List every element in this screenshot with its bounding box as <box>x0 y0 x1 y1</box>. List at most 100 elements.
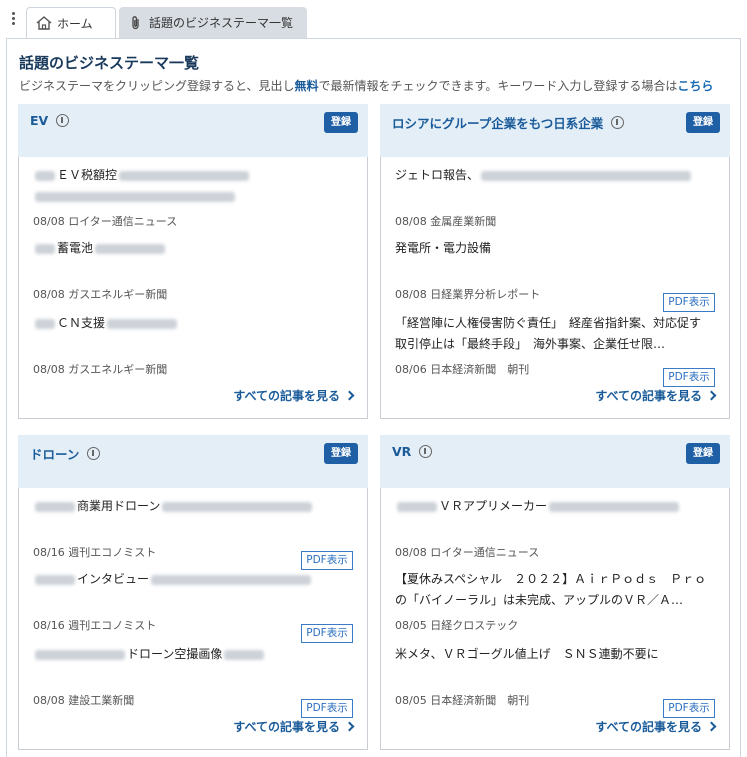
redacted-text <box>481 170 692 181</box>
redacted-text <box>119 170 250 181</box>
see-all-label: すべての記事を見る <box>595 389 702 403</box>
article-title[interactable]: 蓄電池 <box>33 238 353 280</box>
article-title-text: 蓄電池 <box>57 241 94 255</box>
article-item[interactable]: インタビュー 08/16 週刊エコノミスト PDF表示 <box>33 569 353 643</box>
tab-bar: ホーム 話題のビジネステーマ一覧 <box>0 0 747 38</box>
article-item[interactable]: 発電所・電力設備 08/08 日経業界分析レポート PDF表示 <box>395 238 715 312</box>
article-title-text: ＶＲアプリメーカー <box>439 499 548 513</box>
article-meta: 08/08 ロイター通信ニュース <box>395 546 540 559</box>
theme-name-label: ドローン <box>30 447 80 462</box>
article-title[interactable]: 【夏休みスペシャル ２０２２】ＡｉｒＰｏｄｓ Ｐｒｏの「バイノーラル」は未完成、… <box>395 569 715 611</box>
page-description: ビジネステーマをクリッピング登録すると、見出し無料で最新情報をチェックできます。… <box>19 77 713 94</box>
theme-card-header: ドローン 登録 <box>18 435 368 488</box>
pdf-view-button[interactable]: PDF表示 <box>301 624 353 643</box>
theme-name[interactable]: EV <box>30 113 70 128</box>
theme-card-body: ジェトロ報告、 08/08 金属産業新聞 発電所・電力設備 08/08 日経業界分析レ… <box>380 157 730 419</box>
article-item[interactable]: ＥＶ税額控 08/08 ロイター通信ニュース <box>33 165 353 237</box>
redacted-text <box>397 501 437 512</box>
article-title-text: 米メタ、ＶＲゴーグル値上げ ＳＮＳ連動不要に <box>395 647 659 661</box>
article-title[interactable]: 「経営陣に人権侵害防ぐ責任」 経産省指針案、対応促す 取引停止は「最終手段」 海… <box>395 313 715 355</box>
pdf-view-button[interactable]: PDF表示 <box>663 293 715 312</box>
see-all-label: すべての記事を見る <box>233 720 340 734</box>
article-item[interactable]: ＣＮ支援 08/08 ガスエネルギー新聞 <box>33 313 353 385</box>
see-all-label: すべての記事を見る <box>595 720 702 734</box>
redacted-text <box>35 574 75 585</box>
redacted-text <box>151 574 312 585</box>
theme-card-header: EV 登録 <box>18 104 368 157</box>
info-icon[interactable] <box>611 116 625 129</box>
info-icon[interactable] <box>56 114 70 127</box>
article-item[interactable]: 【夏休みスペシャル ２０２２】ＡｉｒＰｏｄｓ Ｐｒｏの「バイノーラル」は未完成、… <box>395 569 715 641</box>
article-meta: 08/08 ロイター通信ニュース <box>33 215 178 228</box>
article-meta: 08/08 金属産業新聞 <box>395 215 497 228</box>
redacted-text <box>107 318 178 329</box>
register-button[interactable]: 登録 <box>324 443 358 464</box>
tab-business-themes[interactable]: 話題のビジネステーマ一覧 <box>119 7 307 38</box>
pdf-view-button[interactable]: PDF表示 <box>663 699 715 718</box>
more-menu-icon[interactable] <box>10 10 16 28</box>
article-title[interactable]: 米メタ、ＶＲゴーグル値上げ ＳＮＳ連動不要に <box>395 644 715 686</box>
here-link[interactable]: こちら <box>677 79 713 93</box>
pdf-view-button[interactable]: PDF表示 <box>301 551 353 570</box>
article-title-text: ドローン空撮画像 <box>127 647 223 661</box>
register-button[interactable]: 登録 <box>324 112 358 133</box>
theme-name-label: VR <box>392 444 412 459</box>
article-title-text: ジェトロ報告、 <box>395 168 480 182</box>
paperclip-icon <box>132 15 139 29</box>
see-all-articles-link[interactable]: すべての記事を見る <box>233 718 355 735</box>
chevron-right-icon <box>706 390 717 401</box>
article-title[interactable]: ＣＮ支援 <box>33 313 353 355</box>
redacted-text <box>162 501 313 512</box>
article-title[interactable]: インタビュー <box>33 569 353 611</box>
article-title[interactable]: ジェトロ報告、 <box>395 165 715 207</box>
see-all-articles-link[interactable]: すべての記事を見る <box>233 387 355 404</box>
home-icon <box>36 16 52 30</box>
theme-card: VR 登録 ＶＲアプリメーカー 08/08 ロイター通信ニュース【夏休みスペシャル ２… <box>380 435 730 750</box>
see-all-articles-link[interactable]: すべての記事を見る <box>595 387 717 404</box>
article-item[interactable]: ＶＲアプリメーカー 08/08 ロイター通信ニュース <box>395 496 715 568</box>
redacted-text <box>35 243 55 254</box>
theme-name[interactable]: ドローン <box>30 444 101 463</box>
pdf-view-button[interactable]: PDF表示 <box>301 699 353 718</box>
article-item[interactable]: 「経営陣に人権侵害防ぐ責任」 経産省指針案、対応促す 取引停止は「最終手段」 海… <box>395 313 715 387</box>
article-title[interactable]: 商業用ドローン <box>33 496 353 538</box>
info-icon[interactable] <box>419 445 433 458</box>
article-meta: 08/05 日経クロステック <box>395 619 519 632</box>
redacted-text <box>35 501 75 512</box>
theme-name[interactable]: ロシアにグループ企業をもつ日系企業 <box>392 113 625 132</box>
article-title[interactable]: ＶＲアプリメーカー <box>395 496 715 538</box>
article-title[interactable]: ＥＶ税額控 <box>33 165 353 207</box>
register-button[interactable]: 登録 <box>686 112 720 133</box>
article-title-text: 商業用ドローン <box>77 499 161 513</box>
theme-card: EV 登録 ＥＶ税額控 08/08 ロイター通信ニュース蓄電池 08/08 ガスエネルギ… <box>18 104 368 419</box>
theme-card-body: ＶＲアプリメーカー 08/08 ロイター通信ニュース【夏休みスペシャル ２０２２】… <box>380 488 730 750</box>
article-meta: 08/08 日経業界分析レポート <box>395 288 541 301</box>
theme-card: ドローン 登録 商業用ドローン 08/16 週刊エコノミスト PDF表示 インタビュー 08… <box>18 435 368 750</box>
article-title[interactable]: ドローン空撮画像 <box>33 644 353 686</box>
pdf-view-button[interactable]: PDF表示 <box>663 368 715 387</box>
redacted-text <box>35 170 55 181</box>
theme-card-header: ロシアにグループ企業をもつ日系企業 登録 <box>380 104 730 157</box>
redacted-text <box>35 649 125 660</box>
desc-free: 無料 <box>294 79 319 93</box>
article-meta: 08/06 日本経済新聞 朝刊 <box>395 363 530 376</box>
article-meta: 08/16 週刊エコノミスト <box>33 546 157 559</box>
tab-home[interactable]: ホーム <box>26 7 116 38</box>
register-button[interactable]: 登録 <box>686 443 720 464</box>
article-title-text: 発電所・電力設備 <box>395 241 492 255</box>
article-item[interactable]: 商業用ドローン 08/16 週刊エコノミスト PDF表示 <box>33 496 353 570</box>
info-icon[interactable] <box>87 447 101 460</box>
chevron-right-icon <box>706 721 717 732</box>
article-meta: 08/08 ガスエネルギー新聞 <box>33 363 168 376</box>
redacted-text <box>35 318 55 329</box>
theme-card-header: VR 登録 <box>380 435 730 488</box>
theme-name[interactable]: VR <box>392 444 433 459</box>
article-item[interactable]: ドローン空撮画像 08/08 建設工業新聞 PDF表示 <box>33 644 353 718</box>
article-meta: 08/05 日本経済新聞 朝刊 <box>395 694 530 707</box>
article-item[interactable]: 米メタ、ＶＲゴーグル値上げ ＳＮＳ連動不要に 08/05 日本経済新聞 朝刊 PDF… <box>395 644 715 718</box>
article-meta: 08/08 ガスエネルギー新聞 <box>33 288 168 301</box>
article-title[interactable]: 発電所・電力設備 <box>395 238 715 280</box>
article-item[interactable]: 蓄電池 08/08 ガスエネルギー新聞 <box>33 238 353 310</box>
see-all-articles-link[interactable]: すべての記事を見る <box>595 718 717 735</box>
article-item[interactable]: ジェトロ報告、 08/08 金属産業新聞 <box>395 165 715 237</box>
